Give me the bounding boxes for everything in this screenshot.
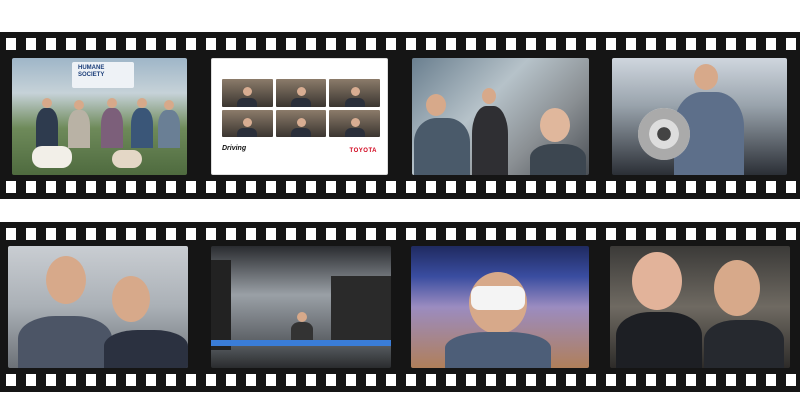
video-call-grid <box>222 79 380 137</box>
vr-headset <box>471 286 525 310</box>
toyota-logo: TOYOTA <box>349 148 377 154</box>
truck-sign-text: HUMANE SOCIETY <box>78 65 105 78</box>
brake-rotor <box>638 108 690 160</box>
photo-brake-rotor <box>612 58 787 175</box>
photo-humane-society-group: HUMANE SOCIETY <box>12 58 187 175</box>
film-strip-bottom <box>0 222 800 392</box>
driving-logo: Driving <box>222 145 247 152</box>
speaker-wall <box>331 276 391 346</box>
film-strip-top: HUMANE SOCIETY Driving TOYOTA <box>0 32 800 199</box>
speaker-tower <box>211 260 231 350</box>
sprocket-holes <box>0 38 800 50</box>
photo-audio-showroom <box>211 246 391 368</box>
floor-light <box>211 340 391 346</box>
truck-sign: HUMANE SOCIETY <box>72 62 134 88</box>
dog <box>112 150 142 168</box>
photo-two-men-selfie <box>610 246 790 368</box>
photo-video-call-grid: Driving TOYOTA <box>211 58 388 175</box>
photo-vr-headset <box>411 246 589 368</box>
sprocket-holes <box>0 228 800 240</box>
sprocket-holes <box>0 181 800 193</box>
photo-meeting-selfie <box>412 58 589 175</box>
photo-warehouse-selfie <box>8 246 188 368</box>
dog <box>32 146 72 168</box>
sprocket-holes <box>0 374 800 386</box>
